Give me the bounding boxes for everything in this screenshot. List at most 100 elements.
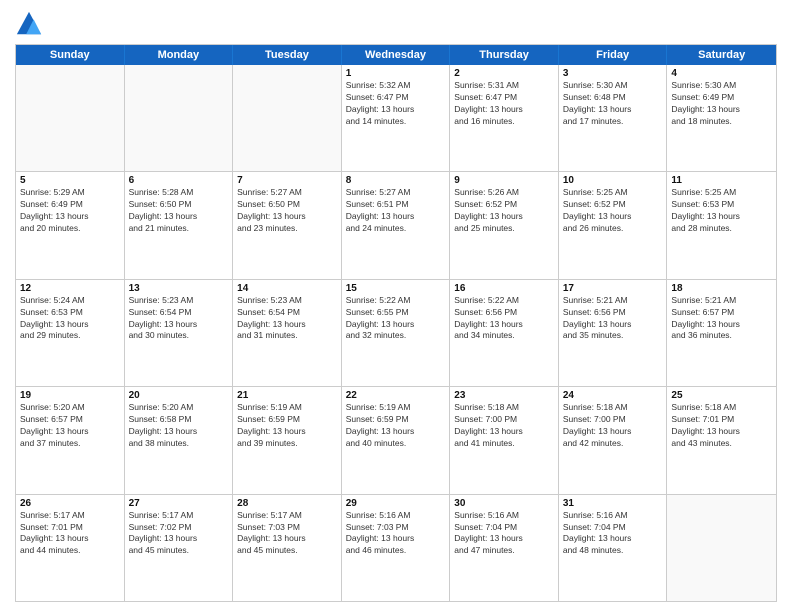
calendar-day-23: 23Sunrise: 5:18 AM Sunset: 7:00 PM Dayli… [450,387,559,493]
day-number: 25 [671,390,772,401]
calendar-body: 1Sunrise: 5:32 AM Sunset: 6:47 PM Daylig… [16,65,776,601]
day-number: 13 [129,283,229,294]
day-info: Sunrise: 5:29 AM Sunset: 6:49 PM Dayligh… [20,187,120,235]
day-info: Sunrise: 5:21 AM Sunset: 6:57 PM Dayligh… [671,295,772,343]
logo [15,10,47,38]
day-info: Sunrise: 5:25 AM Sunset: 6:52 PM Dayligh… [563,187,663,235]
day-info: Sunrise: 5:18 AM Sunset: 7:00 PM Dayligh… [563,402,663,450]
day-info: Sunrise: 5:31 AM Sunset: 6:47 PM Dayligh… [454,80,554,128]
calendar-day-3: 3Sunrise: 5:30 AM Sunset: 6:48 PM Daylig… [559,65,668,171]
day-number: 14 [237,283,337,294]
header-cell-sunday: Sunday [16,45,125,65]
calendar-header: SundayMondayTuesdayWednesdayThursdayFrid… [16,45,776,65]
header-cell-tuesday: Tuesday [233,45,342,65]
calendar-day-15: 15Sunrise: 5:22 AM Sunset: 6:55 PM Dayli… [342,280,451,386]
day-number: 4 [671,68,772,79]
calendar-day-30: 30Sunrise: 5:16 AM Sunset: 7:04 PM Dayli… [450,495,559,601]
day-info: Sunrise: 5:23 AM Sunset: 6:54 PM Dayligh… [237,295,337,343]
calendar-day-22: 22Sunrise: 5:19 AM Sunset: 6:59 PM Dayli… [342,387,451,493]
day-number: 8 [346,175,446,186]
calendar-day-4: 4Sunrise: 5:30 AM Sunset: 6:49 PM Daylig… [667,65,776,171]
calendar-day-17: 17Sunrise: 5:21 AM Sunset: 6:56 PM Dayli… [559,280,668,386]
day-number: 1 [346,68,446,79]
day-number: 20 [129,390,229,401]
calendar-empty [125,65,234,171]
calendar-day-25: 25Sunrise: 5:18 AM Sunset: 7:01 PM Dayli… [667,387,776,493]
day-info: Sunrise: 5:17 AM Sunset: 7:03 PM Dayligh… [237,510,337,558]
calendar-day-28: 28Sunrise: 5:17 AM Sunset: 7:03 PM Dayli… [233,495,342,601]
day-info: Sunrise: 5:20 AM Sunset: 6:57 PM Dayligh… [20,402,120,450]
calendar-day-29: 29Sunrise: 5:16 AM Sunset: 7:03 PM Dayli… [342,495,451,601]
day-number: 28 [237,498,337,509]
header-cell-friday: Friday [559,45,668,65]
day-info: Sunrise: 5:16 AM Sunset: 7:04 PM Dayligh… [454,510,554,558]
day-number: 5 [20,175,120,186]
day-number: 31 [563,498,663,509]
day-info: Sunrise: 5:24 AM Sunset: 6:53 PM Dayligh… [20,295,120,343]
calendar-day-27: 27Sunrise: 5:17 AM Sunset: 7:02 PM Dayli… [125,495,234,601]
calendar-day-24: 24Sunrise: 5:18 AM Sunset: 7:00 PM Dayli… [559,387,668,493]
header-cell-monday: Monday [125,45,234,65]
day-info: Sunrise: 5:27 AM Sunset: 6:50 PM Dayligh… [237,187,337,235]
calendar-day-31: 31Sunrise: 5:16 AM Sunset: 7:04 PM Dayli… [559,495,668,601]
day-number: 18 [671,283,772,294]
day-info: Sunrise: 5:30 AM Sunset: 6:48 PM Dayligh… [563,80,663,128]
day-number: 9 [454,175,554,186]
calendar-day-1: 1Sunrise: 5:32 AM Sunset: 6:47 PM Daylig… [342,65,451,171]
day-info: Sunrise: 5:22 AM Sunset: 6:56 PM Dayligh… [454,295,554,343]
calendar-day-8: 8Sunrise: 5:27 AM Sunset: 6:51 PM Daylig… [342,172,451,278]
day-number: 24 [563,390,663,401]
header-cell-saturday: Saturday [667,45,776,65]
day-info: Sunrise: 5:22 AM Sunset: 6:55 PM Dayligh… [346,295,446,343]
day-info: Sunrise: 5:19 AM Sunset: 6:59 PM Dayligh… [237,402,337,450]
day-number: 23 [454,390,554,401]
calendar-day-5: 5Sunrise: 5:29 AM Sunset: 6:49 PM Daylig… [16,172,125,278]
day-number: 10 [563,175,663,186]
day-info: Sunrise: 5:26 AM Sunset: 6:52 PM Dayligh… [454,187,554,235]
calendar-week-0: 1Sunrise: 5:32 AM Sunset: 6:47 PM Daylig… [16,65,776,172]
day-number: 17 [563,283,663,294]
day-info: Sunrise: 5:32 AM Sunset: 6:47 PM Dayligh… [346,80,446,128]
calendar-empty [233,65,342,171]
calendar-day-9: 9Sunrise: 5:26 AM Sunset: 6:52 PM Daylig… [450,172,559,278]
calendar-empty [667,495,776,601]
day-number: 12 [20,283,120,294]
header-cell-thursday: Thursday [450,45,559,65]
header-cell-wednesday: Wednesday [342,45,451,65]
calendar-day-14: 14Sunrise: 5:23 AM Sunset: 6:54 PM Dayli… [233,280,342,386]
day-number: 29 [346,498,446,509]
day-number: 30 [454,498,554,509]
day-number: 21 [237,390,337,401]
day-number: 16 [454,283,554,294]
day-info: Sunrise: 5:16 AM Sunset: 7:03 PM Dayligh… [346,510,446,558]
calendar-day-6: 6Sunrise: 5:28 AM Sunset: 6:50 PM Daylig… [125,172,234,278]
calendar-week-1: 5Sunrise: 5:29 AM Sunset: 6:49 PM Daylig… [16,172,776,279]
day-number: 6 [129,175,229,186]
calendar-day-16: 16Sunrise: 5:22 AM Sunset: 6:56 PM Dayli… [450,280,559,386]
calendar-empty [16,65,125,171]
day-number: 27 [129,498,229,509]
day-number: 22 [346,390,446,401]
calendar-day-13: 13Sunrise: 5:23 AM Sunset: 6:54 PM Dayli… [125,280,234,386]
day-info: Sunrise: 5:25 AM Sunset: 6:53 PM Dayligh… [671,187,772,235]
day-number: 26 [20,498,120,509]
calendar-day-11: 11Sunrise: 5:25 AM Sunset: 6:53 PM Dayli… [667,172,776,278]
day-info: Sunrise: 5:30 AM Sunset: 6:49 PM Dayligh… [671,80,772,128]
calendar-day-26: 26Sunrise: 5:17 AM Sunset: 7:01 PM Dayli… [16,495,125,601]
logo-icon [15,10,43,38]
header [15,10,777,38]
calendar-day-12: 12Sunrise: 5:24 AM Sunset: 6:53 PM Dayli… [16,280,125,386]
day-info: Sunrise: 5:23 AM Sunset: 6:54 PM Dayligh… [129,295,229,343]
day-number: 19 [20,390,120,401]
day-number: 2 [454,68,554,79]
day-info: Sunrise: 5:16 AM Sunset: 7:04 PM Dayligh… [563,510,663,558]
day-info: Sunrise: 5:21 AM Sunset: 6:56 PM Dayligh… [563,295,663,343]
day-info: Sunrise: 5:27 AM Sunset: 6:51 PM Dayligh… [346,187,446,235]
calendar-day-10: 10Sunrise: 5:25 AM Sunset: 6:52 PM Dayli… [559,172,668,278]
calendar-day-7: 7Sunrise: 5:27 AM Sunset: 6:50 PM Daylig… [233,172,342,278]
page: SundayMondayTuesdayWednesdayThursdayFrid… [0,0,792,612]
calendar-day-21: 21Sunrise: 5:19 AM Sunset: 6:59 PM Dayli… [233,387,342,493]
day-number: 3 [563,68,663,79]
day-info: Sunrise: 5:17 AM Sunset: 7:02 PM Dayligh… [129,510,229,558]
day-number: 11 [671,175,772,186]
